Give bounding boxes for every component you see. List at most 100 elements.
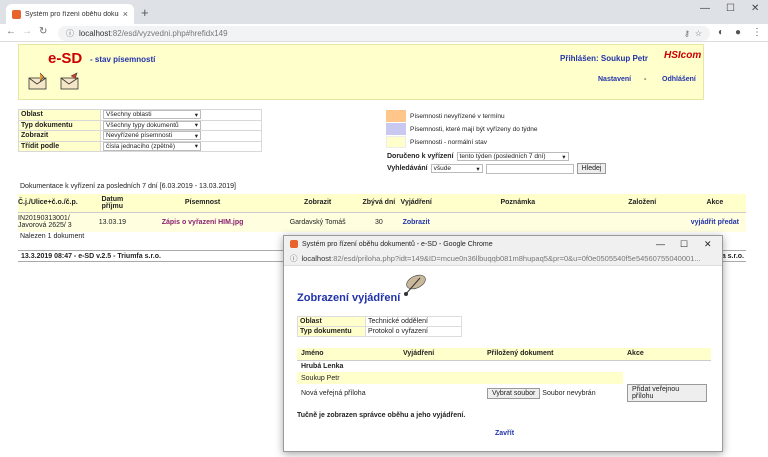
search-button[interactable]: Hledej — [576, 163, 607, 174]
legend-item: Písemnosti nevyřízené v termínu — [386, 110, 538, 122]
col-show[interactable]: Zobrazit — [275, 194, 361, 213]
footer-right: ra s.r.o. — [719, 252, 744, 260]
forward-link[interactable]: předat — [718, 219, 739, 226]
search-input[interactable] — [485, 163, 574, 174]
col-cj[interactable]: Č.j./Ulice+č.o./č.p. — [18, 194, 95, 213]
filter-label-area: Oblast — [18, 109, 101, 121]
nav-separator: - — [644, 76, 647, 83]
settings-link[interactable]: Nastavení — [598, 76, 631, 83]
address-bar[interactable]: ⓘ localhost:82/esd/vyzvedni.php#hrefidx1… — [58, 26, 710, 41]
reply-link[interactable]: vyjádřit — [691, 219, 716, 226]
legend-swatch — [386, 136, 406, 148]
search-filter: Vyhledávání všude ▾ Hledej — [387, 163, 607, 174]
popup-address-bar[interactable]: ⓘ localhost:82/esd/priloha.php?idt=149&I… — [284, 252, 722, 266]
menu-icon[interactable]: ⋮ — [752, 27, 762, 38]
filter-label-doctype: Typ dokumentu — [18, 119, 101, 131]
popup-title: Systém pro řízení oběhu dokumentů - e-SD… — [302, 240, 493, 248]
maximize-icon[interactable]: ☐ — [680, 239, 688, 250]
extension-icon[interactable]: ◐ — [718, 27, 724, 38]
popup-window: Systém pro řízení oběhu dokumentů - e-SD… — [283, 235, 723, 452]
cell-actions: vyjádřit předat — [683, 212, 746, 232]
close-tab-icon[interactable]: × — [123, 9, 128, 19]
maximize-icon[interactable]: ☐ — [726, 3, 735, 14]
info-label-area: Oblast — [297, 316, 366, 327]
key-icon[interactable]: ⚷ — [684, 29, 690, 38]
cell-date: 13.03.19 — [94, 212, 130, 232]
document-table: Č.j./Ulice+č.o./č.p. Datum příjmu Písemn… — [18, 194, 746, 232]
received-label: Doručeno k vyřízení — [387, 153, 454, 160]
col-date[interactable]: Datum příjmu — [94, 194, 130, 213]
forward-icon[interactable]: → — [22, 26, 32, 37]
legend-item: Písemnosti, které mají být vyřízeny do t… — [386, 123, 538, 135]
col-actions: Akce — [623, 348, 711, 361]
received-select[interactable]: tento týden (posledních 7 dní) ▾ — [456, 152, 569, 161]
doctype-select[interactable]: Všechny typy dokumentů ▾ — [103, 120, 201, 130]
doc-info: Dokumentace k vyřízení za posledních 7 d… — [20, 183, 236, 190]
info-icon[interactable]: ⓘ — [66, 28, 74, 39]
found-count: Nalezen 1 dokument — [20, 233, 85, 240]
popup-note: Tučně je zobrazen správce oběhu a jeho v… — [297, 412, 466, 419]
minimize-icon[interactable]: — — [656, 239, 665, 249]
dropdown-arrow-icon: ▾ — [194, 143, 198, 151]
col-doc[interactable]: Písemnost — [129, 194, 276, 213]
col-name: Jméno — [297, 348, 399, 361]
browser-tab[interactable]: Systém pro řízení oběhu dokum... × — [6, 4, 134, 24]
cell-note — [434, 212, 601, 232]
logout-link[interactable]: Odhlášení — [662, 76, 696, 83]
new-tab-icon[interactable]: + — [141, 5, 149, 20]
app-header — [18, 44, 704, 100]
dropdown-arrow-icon: ▾ — [194, 111, 198, 119]
reload-icon[interactable]: ↻ — [39, 26, 47, 37]
area-select[interactable]: Všechny oblasti ▾ — [103, 110, 201, 120]
dropdown-arrow-icon: ▾ — [476, 165, 480, 173]
popup-info-table: Oblast Technické oddělení Typ dokumentu Pr… — [297, 316, 462, 337]
dropdown-arrow-icon: ▾ — [562, 153, 566, 161]
close-link[interactable]: Zavřít — [495, 430, 514, 437]
choose-file-button[interactable]: Vybrat soubor — [487, 387, 541, 399]
col-note[interactable]: Poznámka — [434, 194, 601, 213]
col-created[interactable]: Založení — [600, 194, 684, 213]
info-value-area: Technické oddělení — [365, 316, 462, 327]
filter-label-show: Zobrazit — [18, 130, 101, 142]
table-row: IN20190313001/ Javorová 2625/ 3 13.03.19… — [18, 212, 746, 232]
url-path: :82/esd/vyzvedni.php#hrefidx149 — [110, 29, 228, 38]
show-reply-link[interactable]: Zobrazit — [397, 212, 435, 232]
add-public-attachment-button[interactable]: Přidat veřejnou přílohu — [627, 384, 707, 402]
close-window-icon[interactable]: ✕ — [704, 239, 712, 250]
cell-person: Gardavský Tomáš — [275, 212, 361, 232]
search-scope-select[interactable]: všude ▾ — [430, 164, 483, 173]
app-logo: e-SD — [48, 50, 83, 67]
col-reply[interactable]: Vyjádření — [397, 194, 435, 213]
col-days[interactable]: Zbývá dní — [360, 194, 398, 213]
quill-icon — [404, 274, 426, 296]
filter-table: Oblast Všechny oblasti ▾ Typ dokumentu Vš… — [18, 109, 262, 152]
close-window-icon[interactable]: ✕ — [751, 3, 759, 14]
attachment-row: Nová veřejná příloha Vybrat soubor Soubo… — [297, 384, 711, 402]
envelope-send-icon[interactable] — [59, 72, 81, 90]
legend-swatch — [386, 110, 406, 122]
info-label-doctype: Typ dokumentu — [297, 326, 366, 337]
app-title: - stav písemností — [90, 55, 156, 64]
sort-select[interactable]: čísla jednacího (zpětně) ▾ — [103, 141, 201, 151]
cell-cj: IN20190313001/ Javorová 2625/ 3 — [18, 212, 95, 232]
col-reply: Vyjádření — [399, 348, 483, 361]
minimize-icon[interactable]: — — [700, 3, 710, 14]
envelope-icon[interactable] — [27, 72, 49, 90]
reply-table: Jméno Vyjádření Přiložený dokument Akce … — [297, 348, 711, 402]
received-filter: Doručeno k vyřízení tento týden (posledn… — [387, 152, 569, 161]
document-link[interactable]: Zápis o vyřazení HIM.jpg — [129, 212, 276, 232]
info-icon: ⓘ — [290, 254, 298, 263]
legend-item: Písemnosti - normální stav — [386, 136, 538, 148]
popup-titlebar[interactable]: Systém pro řízení oběhu dokumentů - e-SD… — [284, 236, 722, 252]
star-icon[interactable]: ☆ — [695, 29, 702, 38]
show-select[interactable]: Nevyřízené písemnosti ▾ — [103, 131, 201, 141]
profile-icon[interactable]: ● — [735, 27, 741, 38]
tab-title: Systém pro řízení oběhu dokum... — [25, 10, 119, 18]
back-icon[interactable]: ← — [6, 26, 16, 37]
filter-label-sort: Třídit podle — [18, 140, 101, 152]
logged-user: Přihlášen: Soukup Petr — [560, 54, 649, 63]
favicon-icon — [290, 240, 298, 248]
dropdown-arrow-icon: ▾ — [194, 132, 198, 140]
reply-row-user: Soukup Petr — [297, 372, 623, 384]
table-row: Hrubá Lenka — [297, 360, 711, 372]
